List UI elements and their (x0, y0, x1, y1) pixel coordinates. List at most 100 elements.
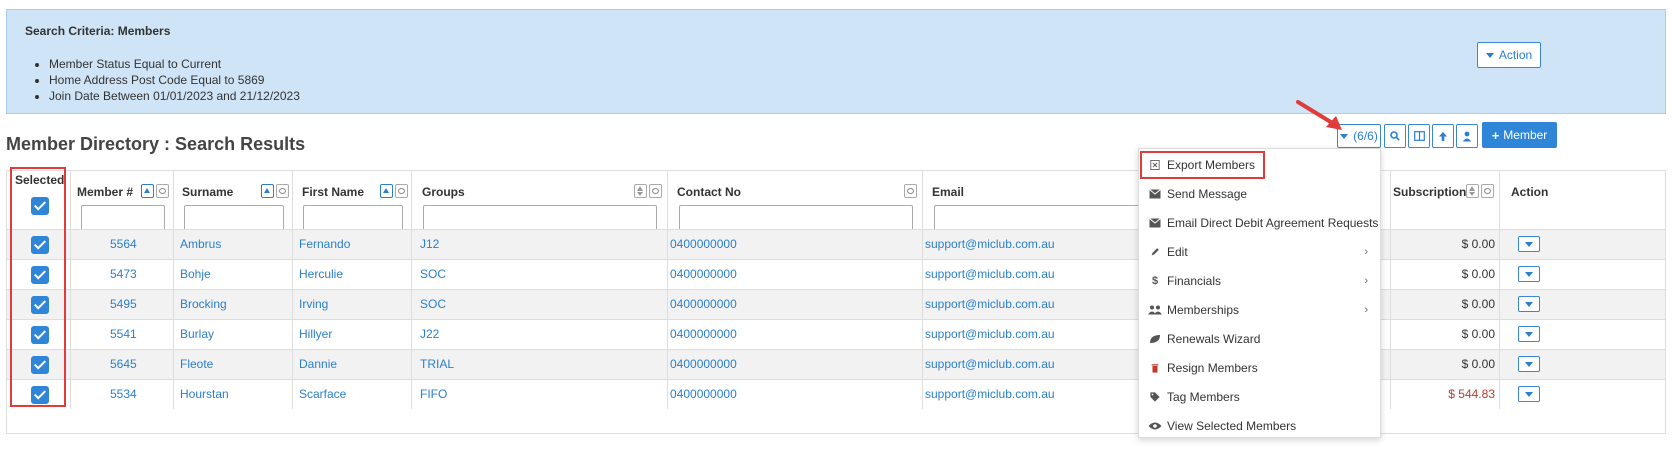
dollar-icon: $ (1151, 275, 1159, 287)
surname-link[interactable]: Fleote (174, 350, 293, 379)
first-name-link[interactable]: Herculie (293, 260, 412, 289)
contact-link[interactable]: 0400000000 (668, 320, 923, 349)
menu-item-renewals-wizard[interactable]: Renewals Wizard (1139, 325, 1380, 353)
member-number-link[interactable]: 5564 (71, 230, 174, 259)
first-name-link[interactable]: Hillyer (293, 320, 412, 349)
row-action-button[interactable] (1518, 266, 1540, 282)
menu-item-resign-members[interactable]: Resign Members (1139, 354, 1380, 382)
menu-item-financials[interactable]: $ Financials › (1139, 267, 1380, 295)
group-link[interactable]: SOC (412, 290, 668, 319)
group-link[interactable]: J12 (412, 230, 668, 259)
eye-icon (1148, 422, 1162, 430)
first-name-link[interactable]: Fernando (293, 230, 412, 259)
row-action-button[interactable] (1518, 386, 1540, 402)
eye-icon[interactable] (156, 184, 169, 198)
row-action-button[interactable] (1518, 326, 1540, 342)
table-row[interactable]: 5473 Bohje Herculie SOC 0400000000 suppo… (7, 259, 1665, 289)
row-action-button[interactable] (1518, 236, 1540, 252)
add-member-button[interactable]: + Member (1482, 122, 1557, 148)
search-criteria-title: Search Criteria: Members (25, 24, 171, 38)
menu-item-edit[interactable]: Edit › (1139, 238, 1380, 266)
menu-item-tag-members[interactable]: Tag Members (1139, 383, 1380, 411)
sort-asc-icon[interactable] (380, 184, 393, 198)
upload-button[interactable] (1432, 124, 1454, 148)
member-number-link[interactable]: 5645 (71, 350, 174, 379)
group-link[interactable]: J22 (412, 320, 668, 349)
eye-icon[interactable] (649, 184, 662, 198)
subscription-amount: $ 544.83 (1390, 380, 1500, 409)
trash-icon (1151, 364, 1159, 373)
menu-item-label: Renewals Wizard (1167, 332, 1261, 346)
criteria-action-button[interactable]: Action (1477, 42, 1541, 68)
menu-item-email-direct-debit[interactable]: Email Direct Debit Agreement Requests (1139, 209, 1380, 237)
menu-item-memberships[interactable]: Memberships › (1139, 296, 1380, 324)
group-link[interactable]: SOC (412, 260, 668, 289)
first-name-link[interactable]: Dannie (293, 350, 412, 379)
member-number-link[interactable]: 5534 (71, 380, 174, 409)
member-number-link[interactable]: 5495 (71, 290, 174, 319)
member-number-link[interactable]: 5541 (71, 320, 174, 349)
plus-icon: + (1491, 127, 1500, 143)
header-label: First Name (302, 185, 365, 199)
sort-both-icon[interactable] (1466, 184, 1479, 198)
eye-icon[interactable] (395, 184, 408, 198)
sort-asc-icon[interactable] (261, 184, 274, 198)
layout-button[interactable] (1408, 124, 1430, 148)
contact-filter[interactable] (679, 205, 913, 231)
groups-filter[interactable] (423, 205, 657, 231)
table-row[interactable]: 5541 Burlay Hillyer J22 0400000000 suppo… (7, 319, 1665, 349)
tag-icon (1150, 392, 1160, 402)
subscription-amount: $ 0.00 (1390, 320, 1500, 349)
surname-link[interactable]: Ambrus (174, 230, 293, 259)
surname-link[interactable]: Hourstan (174, 380, 293, 409)
leaf-icon (1150, 335, 1160, 343)
surname-filter[interactable] (184, 205, 284, 231)
eye-icon[interactable] (904, 184, 917, 198)
pencil-icon (1151, 248, 1159, 256)
menu-item-send-message[interactable]: Send Message (1139, 180, 1380, 208)
caret-down-icon (1485, 52, 1494, 58)
first-name-filter[interactable] (303, 205, 403, 231)
eye-icon[interactable] (1481, 184, 1494, 198)
surname-link[interactable]: Brocking (174, 290, 293, 319)
table-row[interactable]: 5645 Fleote Dannie TRIAL 0400000000 supp… (7, 349, 1665, 379)
group-link[interactable]: FIFO (412, 380, 668, 409)
surname-link[interactable]: Burlay (174, 320, 293, 349)
contact-link[interactable]: 0400000000 (668, 350, 923, 379)
email-filter[interactable] (934, 205, 1140, 231)
action-cell (1500, 260, 1558, 289)
chevron-right-icon: › (1364, 304, 1368, 316)
member-number-filter[interactable] (81, 205, 165, 231)
user-button[interactable] (1456, 124, 1478, 148)
group-link[interactable]: TRIAL (412, 350, 668, 379)
table-row[interactable]: 5495 Brocking Irving SOC 0400000000 supp… (7, 289, 1665, 319)
first-name-link[interactable]: Irving (293, 290, 412, 319)
contact-link[interactable]: 0400000000 (668, 230, 923, 259)
header-label: Surname (182, 185, 234, 199)
menu-item-label: View Selected Members (1167, 419, 1297, 433)
selected-column-highlight (10, 167, 66, 407)
contact-link[interactable]: 0400000000 (668, 260, 923, 289)
row-action-button[interactable] (1518, 296, 1540, 312)
eye-icon[interactable] (276, 184, 289, 198)
contact-link[interactable]: 0400000000 (668, 380, 923, 409)
row-action-button[interactable] (1518, 356, 1540, 372)
arrow-up-icon (1439, 131, 1447, 141)
table-row[interactable]: 5564 Ambrus Fernando J12 0400000000 supp… (7, 229, 1665, 259)
header-label: Subscription (1393, 185, 1467, 199)
contact-link[interactable]: 0400000000 (668, 290, 923, 319)
member-number-link[interactable]: 5473 (71, 260, 174, 289)
sort-both-icon[interactable] (634, 184, 647, 198)
add-member-label: Member (1503, 128, 1548, 142)
criteria-item: Join Date Between 01/01/2023 and 21/12/2… (49, 88, 300, 104)
table-row[interactable]: 5534 Hourstan Scarface FIFO 0400000000 s… (7, 379, 1665, 409)
sort-asc-icon[interactable] (141, 184, 154, 198)
first-name-link[interactable]: Scarface (293, 380, 412, 409)
menu-item-view-selected-members[interactable]: View Selected Members (1139, 412, 1380, 440)
menu-item-label: Financials (1167, 274, 1222, 288)
search-button[interactable] (1384, 124, 1406, 148)
menu-item-label: Memberships (1167, 303, 1240, 317)
action-cell (1500, 350, 1558, 379)
red-arrow-annotation (1296, 100, 1342, 130)
surname-link[interactable]: Bohje (174, 260, 293, 289)
